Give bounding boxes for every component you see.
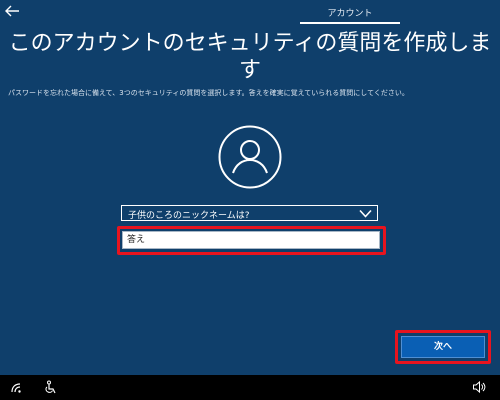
tab-underline <box>300 22 400 24</box>
page-subtitle: パスワードを忘れた場合に備えて、3つのセキュリティの質問を選択します。答えを確実… <box>8 89 409 97</box>
tab-account: アカウント <box>327 9 373 19</box>
answer-input[interactable] <box>122 231 380 249</box>
back-arrow-icon[interactable] <box>4 4 20 18</box>
network-icon[interactable] <box>10 380 24 394</box>
next-button[interactable]: 次へ <box>401 336 485 358</box>
volume-icon[interactable] <box>472 380 486 394</box>
chevron-down-icon <box>359 209 372 218</box>
user-avatar-icon <box>218 125 282 189</box>
security-question-select[interactable]: 子供のころのニックネームは? <box>121 205 378 221</box>
accessibility-icon[interactable] <box>44 380 58 394</box>
security-question-selected: 子供のころのニックネームは? <box>128 211 250 221</box>
oobe-screen: アカウント このアカウントのセキュリティの質問を作成します パスワードを忘れた場… <box>0 0 500 400</box>
page-title: このアカウントのセキュリティの質問を作成します <box>8 31 492 83</box>
top-bar: アカウント <box>0 0 500 25</box>
taskbar <box>0 375 500 400</box>
